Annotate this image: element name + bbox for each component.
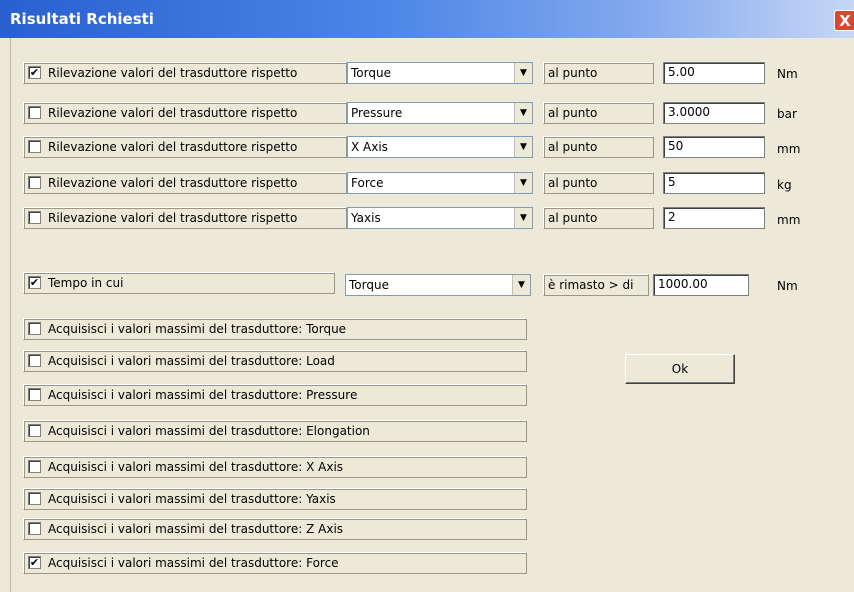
select-value: Pressure	[351, 106, 403, 120]
acquire-label: Acquisisci i valori massimi del trasdutt…	[48, 388, 358, 402]
chevron-down-icon[interactable]: ▼	[514, 208, 532, 228]
chevron-down-icon[interactable]: ▼	[514, 63, 532, 83]
acquire-label: Acquisisci i valori massimi del trasdutt…	[48, 460, 344, 474]
transducer-select[interactable]: X Axis ▼	[347, 136, 533, 158]
al-punto-label: al punto	[543, 102, 654, 124]
acquire-item[interactable]: Acquisisci i valori massimi del trasdutt…	[23, 518, 527, 540]
checkbox[interactable]	[28, 106, 41, 119]
rilevazione-label: Rilevazione valori del trasduttore rispe…	[48, 66, 298, 80]
checkbox[interactable]	[28, 140, 41, 153]
rilevazione-label: Rilevazione valori del trasduttore rispe…	[48, 106, 298, 120]
acquire-item[interactable]: Acquisisci i valori massimi del trasdutt…	[23, 384, 527, 406]
dialog-window: Risultati Rchiesti X ✔ Rilevazione valor…	[0, 0, 854, 592]
tempo-select[interactable]: Torque ▼	[345, 274, 531, 296]
select-value: X Axis	[351, 140, 388, 154]
static-text: al punto	[548, 106, 598, 120]
rilevazione-label: Rilevazione valori del trasduttore rispe…	[48, 211, 298, 225]
rilevazione-label: Rilevazione valori del trasduttore rispe…	[48, 140, 298, 154]
al-punto-label: al punto	[543, 62, 654, 84]
acquire-item[interactable]: Acquisisci i valori massimi del trasdutt…	[23, 350, 527, 372]
chevron-down-icon[interactable]: ▼	[514, 137, 532, 157]
tempo-label: Tempo in cui	[48, 276, 124, 290]
static-text: al punto	[548, 66, 598, 80]
value-input[interactable]: 50	[663, 136, 765, 158]
value-input[interactable]: 5	[663, 172, 765, 194]
check-icon: ✔	[29, 276, 40, 289]
checkbox[interactable]	[28, 492, 41, 505]
rilevazione-checkbox-row[interactable]: Rilevazione valori del trasduttore rispe…	[23, 136, 347, 158]
chevron-down-icon[interactable]: ▼	[514, 103, 532, 123]
acquire-label: Acquisisci i valori massimi del trasdutt…	[48, 556, 339, 570]
checkbox[interactable]	[28, 522, 41, 535]
static-text: al punto	[548, 140, 598, 154]
rilevazione-label: Rilevazione valori del trasduttore rispe…	[48, 176, 298, 190]
value-input[interactable]: 2	[663, 207, 765, 229]
rimasto-label: è rimasto > di	[543, 274, 649, 296]
value-input[interactable]: 5.00	[663, 62, 765, 84]
al-punto-label: al punto	[543, 207, 654, 229]
close-button[interactable]: X	[834, 10, 854, 31]
static-text: al punto	[548, 211, 598, 225]
transducer-select[interactable]: Torque ▼	[347, 62, 533, 84]
checkbox[interactable]	[28, 211, 41, 224]
acquire-label: Acquisisci i valori massimi del trasdutt…	[48, 322, 347, 336]
checkbox[interactable]	[28, 322, 41, 335]
acquire-label: Acquisisci i valori massimi del trasdutt…	[48, 492, 336, 506]
unit-label: mm	[777, 142, 801, 156]
select-value: Yaxis	[351, 211, 381, 225]
transducer-select[interactable]: Force ▼	[347, 172, 533, 194]
rilevazione-checkbox-row[interactable]: ✔ Rilevazione valori del trasduttore ris…	[23, 62, 347, 84]
checkbox[interactable]	[28, 388, 41, 401]
ok-button[interactable]: Ok	[625, 354, 735, 384]
select-value: Torque	[349, 278, 389, 292]
static-text: è rimasto > di	[548, 278, 634, 292]
rilevazione-checkbox-row[interactable]: Rilevazione valori del trasduttore rispe…	[23, 207, 347, 229]
unit-label: Nm	[777, 279, 798, 293]
checkbox[interactable]: ✔	[28, 66, 41, 79]
select-value: Force	[351, 176, 384, 190]
title-bar[interactable]: Risultati Rchiesti X	[0, 0, 854, 38]
unit-label: kg	[777, 178, 792, 192]
checkbox[interactable]: ✔	[28, 276, 41, 289]
checkbox[interactable]	[28, 354, 41, 367]
checkbox[interactable]	[28, 424, 41, 437]
dialog-body: ✔ Rilevazione valori del trasduttore ris…	[10, 38, 854, 592]
acquire-item[interactable]: Acquisisci i valori massimi del trasdutt…	[23, 488, 527, 510]
static-text: al punto	[548, 176, 598, 190]
al-punto-label: al punto	[543, 136, 654, 158]
chevron-down-icon[interactable]: ▼	[512, 275, 530, 295]
acquire-item[interactable]: Acquisisci i valori massimi del trasdutt…	[23, 318, 527, 340]
tempo-checkbox-row[interactable]: ✔ Tempo in cui	[23, 272, 335, 294]
transducer-select[interactable]: Yaxis ▼	[347, 207, 533, 229]
value-input[interactable]: 3.0000	[663, 102, 765, 124]
tempo-value-input[interactable]: 1000.00	[653, 274, 749, 296]
checkbox[interactable]	[28, 176, 41, 189]
unit-label: bar	[777, 107, 797, 121]
rilevazione-checkbox-row[interactable]: Rilevazione valori del trasduttore rispe…	[23, 172, 347, 194]
acquire-label: Acquisisci i valori massimi del trasdutt…	[48, 424, 370, 438]
checkbox[interactable]: ✔	[28, 556, 41, 569]
check-icon: ✔	[29, 66, 40, 79]
acquire-label: Acquisisci i valori massimi del trasdutt…	[48, 354, 335, 368]
transducer-select[interactable]: Pressure ▼	[347, 102, 533, 124]
acquire-item[interactable]: ✔ Acquisisci i valori massimi del trasdu…	[23, 552, 527, 574]
window-title: Risultati Rchiesti	[10, 10, 154, 28]
acquire-label: Acquisisci i valori massimi del trasdutt…	[48, 522, 344, 536]
acquire-item[interactable]: Acquisisci i valori massimi del trasdutt…	[23, 456, 527, 478]
checkbox[interactable]	[28, 460, 41, 473]
al-punto-label: al punto	[543, 172, 654, 194]
select-value: Torque	[351, 66, 391, 80]
rilevazione-checkbox-row[interactable]: Rilevazione valori del trasduttore rispe…	[23, 102, 347, 124]
unit-label: Nm	[777, 67, 798, 81]
acquire-item[interactable]: Acquisisci i valori massimi del trasdutt…	[23, 420, 527, 442]
chevron-down-icon[interactable]: ▼	[514, 173, 532, 193]
unit-label: mm	[777, 213, 801, 227]
check-icon: ✔	[29, 556, 40, 569]
